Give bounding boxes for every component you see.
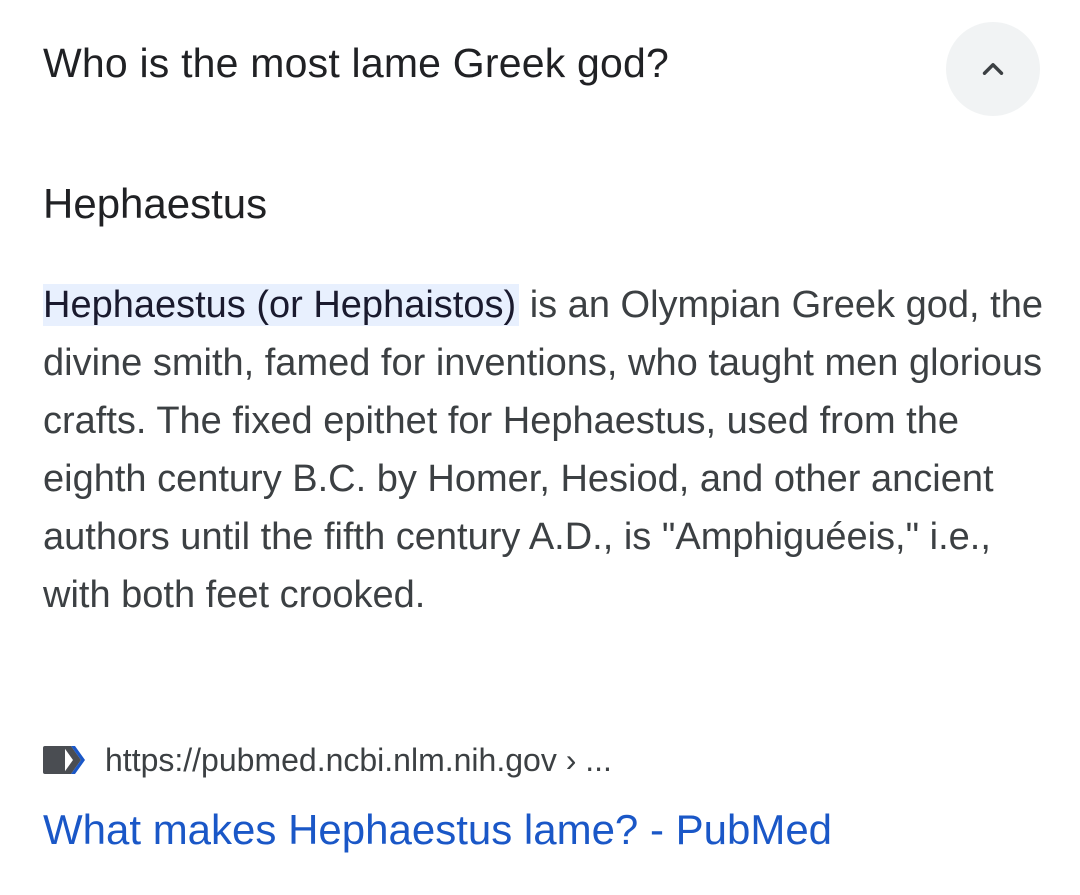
result-title-link[interactable]: What makes Hephaestus lame? - PubMed bbox=[43, 806, 832, 854]
highlighted-answer: Hephaestus (or Hephaistos) bbox=[43, 284, 520, 326]
source-row[interactable]: https://pubmed.ncbi.nlm.nih.gov › ... bbox=[43, 735, 612, 785]
collapse-button[interactable] bbox=[946, 22, 1040, 116]
faq-question-row[interactable]: Who is the most lame Greek god? bbox=[0, 0, 1080, 140]
source-url[interactable]: https://pubmed.ncbi.nlm.nih.gov › ... bbox=[105, 742, 612, 779]
answer-title: Hephaestus bbox=[43, 180, 268, 227]
snippet-body: is an Olympian Greek god, the divine smi… bbox=[43, 284, 1043, 616]
site-favicon-icon bbox=[43, 746, 85, 774]
chevron-up-icon bbox=[982, 63, 1004, 75]
question-text: Who is the most lame Greek god? bbox=[43, 40, 670, 86]
answer-snippet: Hephaestus (or Hephaistos) is an Olympia… bbox=[43, 276, 1053, 624]
